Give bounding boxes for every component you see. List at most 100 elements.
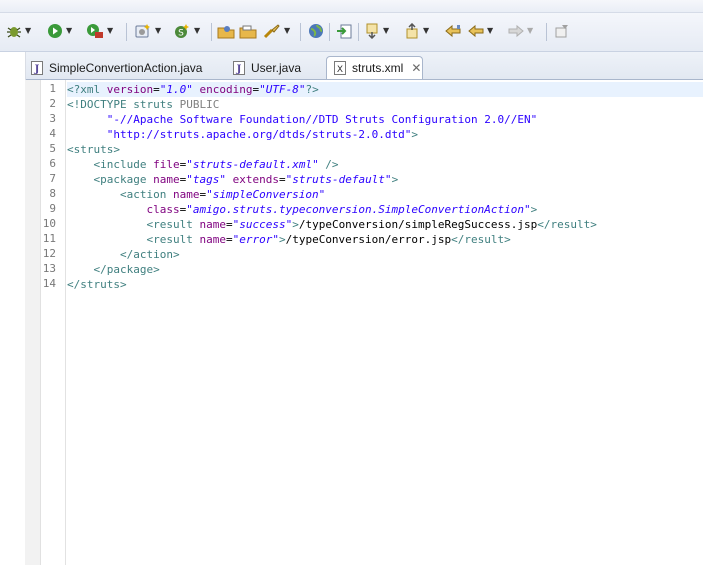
chevron-down-icon[interactable]: ▼: [527, 27, 533, 35]
debug-icon: [7, 27, 21, 38]
code-line[interactable]: class="amigo.struts.typeconversion.Simpl…: [67, 202, 537, 217]
debug-button[interactable]: ▼: [6, 21, 31, 41]
tab-label: struts.xml: [352, 61, 404, 75]
open-resource-icon: [239, 25, 257, 39]
line-number: 12: [42, 247, 56, 260]
xml-editor[interactable]: 1 2 3 4 5 6 7 8 9 10 11 12 13 14 <?xml version="1.0" …: [25, 80, 703, 565]
chevron-down-icon[interactable]: ▼: [155, 27, 161, 35]
pin-editor-button[interactable]: [554, 21, 570, 41]
chevron-down-icon[interactable]: ▼: [487, 27, 493, 35]
code-token: "UTF-8": [259, 83, 306, 96]
line-number: 6: [49, 157, 56, 170]
tab-simpleconvertionaction-java[interactable]: J SimpleConvertionAction.java: [24, 56, 220, 79]
code-token: <struts>: [67, 143, 120, 156]
search-icon: [263, 24, 280, 39]
chevron-down-icon[interactable]: ▼: [66, 27, 72, 35]
open-type-button[interactable]: [217, 21, 235, 41]
chevron-down-icon[interactable]: ▼: [25, 27, 31, 35]
line-number: 13: [42, 262, 56, 275]
chevron-down-icon[interactable]: ▼: [423, 27, 429, 35]
close-icon[interactable]: ✕: [411, 61, 421, 75]
code-token: "tags": [186, 173, 226, 186]
code-token: "simpleConversion": [206, 188, 326, 201]
toggle-mark-button[interactable]: [336, 21, 354, 41]
code-area[interactable]: <?xml version="1.0" encoding="UTF-8"?> <!…: [67, 80, 703, 565]
code-line[interactable]: <result name="error">/typeConversion/err…: [67, 232, 510, 247]
code-line[interactable]: "http://struts.apache.org/dtds/struts-2.…: [67, 127, 418, 142]
previous-annotation-button[interactable]: ▼: [404, 21, 429, 41]
main-toolbar: ▼ ▼ ▼ ▼ S ▼ ▼ ▼ ▼ ▼ ▼: [0, 13, 703, 52]
code-token: name: [199, 218, 226, 231]
code-token: name: [172, 188, 200, 201]
last-edit-location-button[interactable]: [444, 21, 462, 41]
code-token: "error": [232, 233, 279, 246]
forward-icon: [508, 24, 524, 38]
open-resource-button[interactable]: [239, 21, 257, 41]
back-icon: [468, 24, 484, 38]
next-annotation-button[interactable]: ▼: [364, 21, 389, 41]
code-token: PUBLIC: [172, 98, 220, 111]
new-class-button[interactable]: S ▼: [173, 21, 200, 41]
code-line[interactable]: <result name="success">/typeConversion/s…: [67, 217, 597, 232]
code-token: >: [530, 203, 538, 216]
toolbar-separator: [211, 23, 212, 41]
tab-user-java[interactable]: J User.java: [226, 56, 320, 79]
code-line[interactable]: <package name="tags" extends="struts-def…: [67, 172, 399, 187]
forward-button[interactable]: ▼: [508, 21, 533, 41]
code-token: file: [153, 158, 180, 171]
line-number: 3: [49, 112, 56, 125]
code-line[interactable]: </action>: [67, 247, 180, 262]
code-token: </result>: [537, 218, 597, 231]
code-token: <result: [146, 218, 200, 231]
chevron-down-icon[interactable]: ▼: [107, 27, 113, 35]
tab-struts-xml[interactable]: X struts.xml ✕: [326, 56, 423, 79]
code-token: </package>: [93, 263, 160, 276]
line-number: 11: [42, 232, 56, 245]
code-token: name: [153, 173, 180, 186]
left-panel-edge: [0, 52, 26, 565]
external-tools-icon: [87, 24, 103, 38]
java-file-icon: J: [31, 60, 43, 75]
code-line[interactable]: <?xml version="1.0" encoding="UTF-8"?>: [67, 82, 703, 97]
line-number: 10: [42, 217, 56, 230]
search-button[interactable]: ▼: [263, 21, 290, 41]
code-line[interactable]: </struts>: [67, 277, 127, 292]
run-button[interactable]: ▼: [47, 21, 72, 41]
code-line[interactable]: "-//Apache Software Foundation//DTD Stru…: [67, 112, 537, 127]
code-line[interactable]: </package>: [67, 262, 160, 277]
line-number: 5: [49, 142, 56, 155]
code-token: />: [318, 158, 339, 171]
code-token: struts: [133, 98, 173, 111]
web-browser-button[interactable]: [308, 21, 324, 41]
code-token: >: [391, 173, 399, 186]
code-token: <!DOCTYPE: [67, 98, 134, 111]
web-browser-icon: [309, 24, 323, 38]
toolbar-separator: [329, 23, 330, 41]
code-line[interactable]: <include file="struts-default.xml" />: [67, 157, 339, 172]
back-button[interactable]: ▼: [468, 21, 493, 41]
code-token: =: [153, 83, 160, 96]
code-line[interactable]: <action name="simpleConversion": [67, 187, 325, 202]
chevron-down-icon[interactable]: ▼: [383, 27, 389, 35]
chevron-down-icon[interactable]: ▼: [194, 27, 200, 35]
tab-label: SimpleConvertionAction.java: [49, 60, 203, 75]
chevron-down-icon[interactable]: ▼: [284, 27, 290, 35]
toggle-mark-icon: [337, 24, 352, 39]
code-token: <result: [146, 233, 200, 246]
external-tools-button[interactable]: ▼: [86, 21, 113, 41]
code-line[interactable]: <struts>: [67, 142, 120, 157]
java-file-icon: J: [233, 60, 245, 75]
new-server-button[interactable]: ▼: [134, 21, 161, 41]
code-token: "struts-default.xml": [186, 158, 319, 171]
next-annotation-icon: [366, 23, 378, 39]
code-line[interactable]: <!DOCTYPE struts PUBLIC: [67, 97, 219, 112]
toolbar-separator: [546, 23, 547, 41]
last-edit-location-icon: [445, 24, 461, 38]
